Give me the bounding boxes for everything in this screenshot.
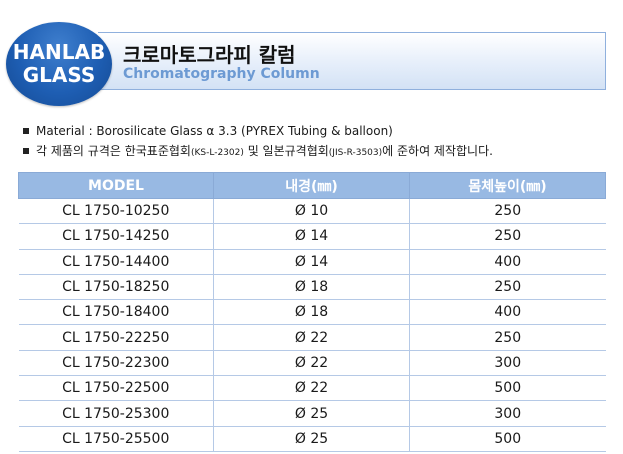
cell-model: CL 1750-14250 (18, 223, 214, 250)
table-row: CL 1750-18400 Ø 18 400 (18, 299, 606, 326)
cell-model: CL 1750-10250 (18, 197, 214, 225)
note-material-text: Material : Borosilicate Glass α 3.3 (PYR… (36, 124, 393, 138)
cell-inner-diameter: Ø 22 (213, 349, 410, 377)
cell-model: CL 1750-18250 (18, 273, 214, 301)
table-row: CL 1750-22500 Ø 22 500 (18, 375, 606, 402)
cell-inner-diameter: Ø 22 (213, 324, 410, 351)
cell-model: CL 1750-25500 (18, 425, 214, 453)
cell-model: CL 1750-22300 (18, 349, 214, 377)
cell-body-height: 300 (409, 349, 606, 377)
square-bullet-icon (23, 127, 29, 134)
note-standard-mid: 및 일본규격협회 (243, 144, 329, 158)
table-row: CL 1750-25300 Ø 25 300 (18, 400, 606, 427)
square-bullet-icon (23, 147, 29, 154)
cell-inner-diameter: Ø 22 (213, 375, 410, 402)
table-row: CL 1750-22300 Ø 22 300 (18, 349, 606, 377)
cell-body-height: 500 (409, 375, 606, 402)
cell-inner-diameter: Ø 14 (213, 223, 410, 250)
table-row: CL 1750-10250 Ø 10 250 (18, 197, 606, 225)
page-title-english: Chromatography Column (123, 66, 320, 82)
cell-model: CL 1750-14400 (18, 248, 214, 275)
note-standard-prefix: 각 제품의 규격은 한국표준협회 (36, 144, 191, 158)
cell-body-height: 500 (409, 425, 606, 453)
table-row: CL 1750-14250 Ø 14 250 (18, 223, 606, 250)
cell-inner-diameter: Ø 25 (213, 400, 410, 427)
cell-model: CL 1750-18400 (18, 299, 214, 326)
cell-inner-diameter: Ø 14 (213, 248, 410, 275)
cell-body-height: 250 (409, 324, 606, 351)
cell-body-height: 250 (409, 197, 606, 225)
cell-inner-diameter: Ø 18 (213, 299, 410, 326)
notes-section: Material : Borosilicate Glass α 3.3 (PYR… (21, 121, 611, 163)
page-title-korean: 크로마토그라피 칼럼 (123, 43, 296, 67)
logo-line-1: HANLAB (12, 40, 106, 64)
cell-inner-diameter: Ø 25 (213, 425, 410, 453)
cell-model: CL 1750-22500 (18, 375, 214, 402)
cell-body-height: 250 (409, 273, 606, 301)
cell-model: CL 1750-25300 (18, 400, 214, 427)
cell-body-height: 400 (409, 299, 606, 326)
cell-body-height: 250 (409, 223, 606, 250)
note-standard-jis: (JIS-R-3503) (328, 148, 383, 158)
table-header-row: MODEL 내경(㎜) 몸체높이(㎜) (18, 172, 606, 199)
header-inner-diameter: 내경(㎜) (213, 172, 410, 199)
cell-inner-diameter: Ø 18 (213, 273, 410, 301)
header-body-height: 몸체높이(㎜) (409, 172, 606, 199)
table-row: CL 1750-14400 Ø 14 400 (18, 248, 606, 275)
table-row: CL 1750-25500 Ø 25 500 (18, 425, 606, 453)
note-standard: 각 제품의 규격은 한국표준협회(KS-L-2302) 및 일본규격협회(JIS… (21, 141, 611, 163)
table-row: CL 1750-18250 Ø 18 250 (18, 273, 606, 301)
cell-model: CL 1750-22250 (18, 324, 214, 351)
cell-inner-diameter: Ø 10 (213, 197, 410, 225)
table-row: CL 1750-22250 Ø 22 250 (18, 324, 606, 351)
note-standard-suffix: 에 준하여 제작합니다. (382, 144, 493, 158)
spec-table: MODEL 내경(㎜) 몸체높이(㎜) CL 1750-10250 Ø 10 250… (18, 172, 606, 453)
note-standard-ks: (KS-L-2302) (190, 148, 244, 158)
header-model: MODEL (18, 172, 214, 199)
logo-line-2: GLASS (22, 63, 96, 87)
cell-body-height: 400 (409, 248, 606, 275)
note-material: Material : Borosilicate Glass α 3.3 (PYR… (21, 121, 611, 141)
hanlab-glass-logo: HANLAB GLASS (6, 22, 112, 106)
cell-body-height: 300 (409, 400, 606, 427)
